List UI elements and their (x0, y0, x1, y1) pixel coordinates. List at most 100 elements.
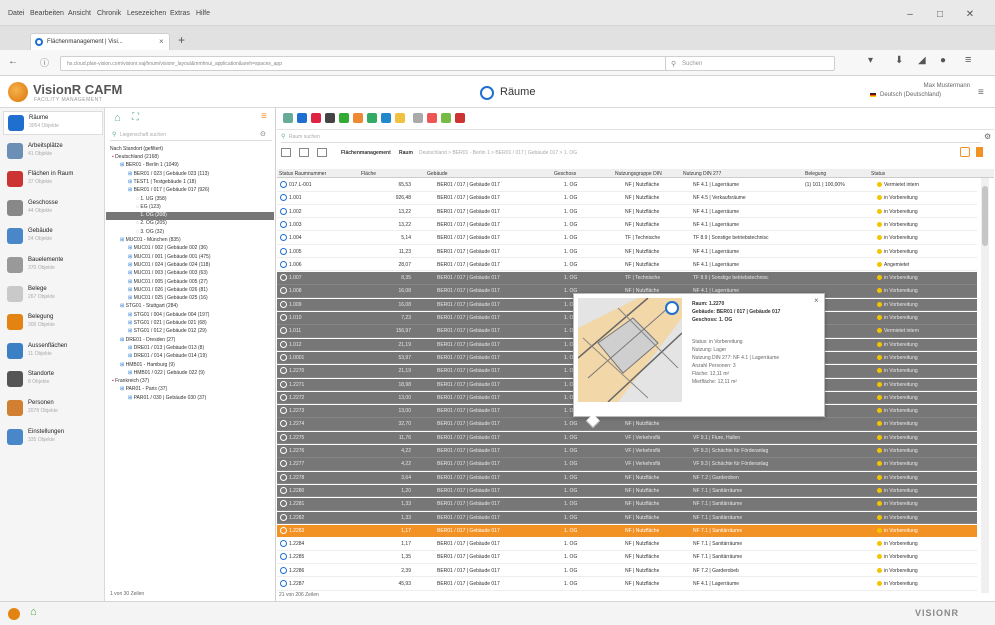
tree-item[interactable]: ◌ 1. UG (358) (106, 196, 274, 204)
table-row[interactable]: 1.2275 11,76 BER01 / 017 | Gebäude 017 1. O… (277, 431, 977, 445)
tree-item[interactable]: ⊞ MUC01 - München (835) (106, 237, 274, 245)
tree-item[interactable]: ⊞ STG01 / 012 | Gebäude 012 (29) (106, 328, 274, 336)
tree-item[interactable]: ◌ 3. OG (32) (106, 229, 274, 237)
back-icon[interactable]: ← (8, 56, 18, 67)
nav-item[interactable]: Gebäude 24 Objekte (3, 225, 103, 249)
tree-item[interactable]: ⊞ HMB01 - Hamburg (9) (106, 362, 274, 370)
pocket-icon[interactable]: ▾ (868, 55, 873, 66)
menu-datei[interactable]: Datei (8, 10, 24, 17)
table-row[interactable]: 1.001 926,48 BER01 / 017 | Gebäude 017 1. O… (277, 192, 977, 205)
col-header-flaeche[interactable]: Fläche (361, 171, 376, 177)
export-icon[interactable] (960, 147, 970, 157)
table-row[interactable]: 1.2287 45,93 BER01 / 017 | Gebäude 017 1. O… (277, 578, 977, 591)
tool-move-icon[interactable] (339, 113, 349, 123)
tree-item[interactable]: ◌ 1. OG (208) (106, 212, 274, 221)
maximize-icon[interactable]: □ (930, 8, 950, 22)
menu-chronik[interactable]: Chronik (97, 10, 121, 17)
grid-scrollbar[interactable] (981, 178, 989, 593)
tool-layers-icon[interactable] (325, 113, 335, 123)
tool-pen-icon[interactable] (441, 113, 451, 123)
table-row[interactable]: 1.2276 4,22 BER01 / 017 | Gebäude 017 1. OG… (277, 445, 977, 458)
menu-ansicht[interactable]: Ansicht (68, 10, 91, 17)
tree-item[interactable]: ⊞ STG01 / 004 | Gebäude 004 (197) (106, 312, 274, 320)
tree-menu-icon[interactable]: ≡ (261, 111, 267, 122)
menu-hilfe[interactable]: Hilfe (196, 10, 210, 17)
table-row[interactable]: 1.005 11,23 BER01 / 017 | Gebäude 017 1. OG… (277, 245, 977, 258)
tree-item[interactable]: ⊞ BER01 / 017 | Gebäude 017 (926) (106, 187, 274, 195)
col-header-geschoss[interactable]: Geschoss (554, 171, 576, 177)
tree-item[interactable]: ⊞ STG01 - Stuttgart (284) (106, 303, 274, 311)
tool-palette-icon[interactable] (427, 113, 437, 123)
room-floorplan-thumbnail[interactable] (578, 298, 682, 402)
nav-item[interactable]: Belegung 305 Objekte (3, 311, 103, 335)
tree-item[interactable]: ⊞ STG01 / 021 | Gebäude 021 (68) (106, 320, 274, 328)
table-row[interactable]: 017.L-001 65,53 BER01 / 017 | Gebäude 017 1… (277, 179, 977, 192)
table-row[interactable]: 1.2283 1,17 BER01 / 017 | Gebäude 017 1. OG… (277, 524, 977, 538)
tree-item[interactable]: ⊞ MUC01 / 025 | Gebäude 025 (16) (106, 295, 274, 303)
tool-flag-icon[interactable] (455, 113, 465, 123)
col-header-belegung[interactable]: Belegung (805, 171, 826, 177)
close-window-icon[interactable]: ✕ (960, 8, 980, 22)
tool-stack-icon[interactable] (367, 113, 377, 123)
browser-tab[interactable]: Flächenmanagement | Visi... × (30, 33, 170, 50)
download-icon[interactable]: ⬇ (895, 55, 903, 66)
nav-item[interactable]: Einstellungen 335 Objekte (3, 426, 103, 450)
tree-item[interactable]: ⊞ BER01 / 023 | Gebäude 023 (113) (106, 171, 274, 179)
nav-item[interactable]: Arbeitsplätze 41 Objekte (3, 140, 103, 164)
nav-item[interactable]: Geschosse 44 Objekte (3, 197, 103, 221)
table-row[interactable]: 1.004 5,14 BER01 / 017 | Gebäude 017 1. OG T… (277, 232, 977, 245)
extension-icon[interactable]: ◢ (918, 55, 926, 66)
tool-pie-icon[interactable] (353, 113, 363, 123)
tool-book-icon[interactable] (381, 113, 391, 123)
home-icon[interactable]: ⌂ (30, 606, 37, 618)
tool-select-icon[interactable] (283, 113, 293, 123)
tool-light-icon[interactable] (395, 113, 405, 123)
grid-search-input[interactable]: ⚲ Raum suchen (281, 132, 981, 143)
table-row[interactable]: 1.2277 4,22 BER01 / 017 | Gebäude 017 1. OG… (277, 458, 977, 471)
tree-item[interactable]: ▪ Frankreich (37) (106, 378, 274, 386)
nav-item[interactable]: Bauelemente 370 Objekte (3, 254, 103, 278)
tree-item[interactable]: ⊞ DRE01 / 014 | Gebäude 014 (19) (106, 353, 274, 361)
nav-item[interactable]: Belege 267 Objekte (3, 283, 103, 307)
table-row[interactable]: 1.003 13,22 BER01 / 017 | Gebäude 017 1. OG… (277, 218, 977, 232)
nav-item[interactable]: Räume 3054 Objekte (3, 111, 103, 135)
grid-view-icon[interactable] (299, 148, 309, 157)
url-input[interactable]: hs.cloud.plan-vision.com/visionr.vaj/hnu… (60, 56, 740, 71)
tree-item[interactable]: ⊞ PAR01 - Paris (37) (106, 386, 274, 394)
tree-item[interactable]: ⊞ MUC01 / 003 | Gebäude 003 (63) (106, 270, 274, 278)
nav-item[interactable]: Flächen in Raum 37 Objekte (3, 168, 103, 192)
tree-structure-icon[interactable]: ⛶ (132, 112, 146, 124)
app-menu-icon[interactable]: ≡ (978, 87, 984, 98)
grid-scrollbar-thumb[interactable] (982, 186, 988, 246)
col-header-gebaeude[interactable]: Gebäude (427, 171, 448, 177)
table-row[interactable]: 1.2280 1,20 BER01 / 017 | Gebäude 017 1. OG… (277, 484, 977, 498)
table-row[interactable]: 1.006 28,07 BER01 / 017 | Gebäude 017 1. OG… (277, 258, 977, 272)
menu-lesezeichen[interactable]: Lesezeichen (127, 10, 166, 17)
table-row[interactable]: 1.2274 32,70 BER01 / 017 | Gebäude 017 1. O… (277, 418, 977, 431)
tree-item[interactable]: ⊞ PAR01 / 030 | Gebäude 030 (37) (106, 395, 274, 403)
nav-item[interactable]: Standorte 8 Objekte (3, 368, 103, 392)
new-tab-icon[interactable]: + (178, 33, 185, 47)
tree-item[interactable]: ⊞ BER01 - Berlin 1 (1049) (106, 162, 274, 170)
table-row[interactable]: 1.2286 2,39 BER01 / 017 | Gebäude 017 1. OG… (277, 564, 977, 578)
tool-print-icon[interactable] (297, 113, 307, 123)
user-name[interactable]: Max Mustermann (890, 83, 970, 89)
tab-close-icon[interactable]: × (159, 37, 164, 46)
tool-chart-icon[interactable] (311, 113, 321, 123)
tree-item[interactable]: ⊞ MUC01 / 005 | Gebäude 005 (27) (106, 279, 274, 287)
tree-item[interactable]: ⊞ MUC01 / 024 | Gebäude 024 (118) (106, 262, 274, 270)
sync-icon[interactable]: ● (940, 55, 946, 66)
popup-close-icon[interactable]: × (814, 296, 819, 305)
tree-item[interactable]: ◌ 2. OG (205) (106, 220, 274, 228)
table-row[interactable]: 1.2281 1,33 BER01 / 017 | Gebäude 017 1. OG… (277, 498, 977, 511)
tile-view-icon[interactable] (317, 148, 327, 157)
tree-search-clear-icon[interactable]: ⊙ (260, 130, 266, 138)
table-row[interactable]: 1.2282 1,33 BER01 / 017 | Gebäude 017 1. OG… (277, 511, 977, 524)
minimize-icon[interactable]: – (900, 8, 920, 22)
col-header-nutzung[interactable]: Nutzung DIN 277 (683, 171, 721, 177)
hamburger-menu-icon[interactable]: ≡ (965, 54, 971, 66)
table-row[interactable]: 1.002 13,22 BER01 / 017 | Gebäude 017 1. OG… (277, 205, 977, 219)
language-select[interactable]: Deutsch (Deutschland) (880, 92, 941, 98)
col-header-nutzungsgruppe[interactable]: Nutzungsgruppe DIN (615, 171, 662, 177)
tree-item[interactable]: ⊞ DRE01 / 013 | Gebäude 013 (8) (106, 345, 274, 353)
